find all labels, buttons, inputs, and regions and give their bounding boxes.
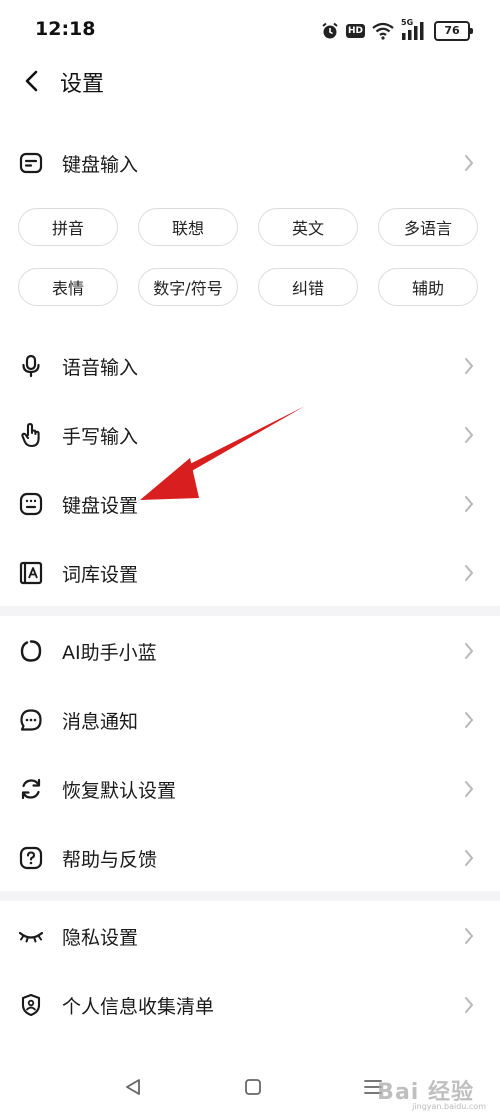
section-divider — [0, 606, 500, 616]
chevron-right-icon — [465, 565, 474, 581]
hand-pointer-icon — [18, 422, 44, 448]
privacy-settings-row[interactable]: 隐私设置 — [0, 903, 500, 969]
handwriting-input-label: 手写输入 — [62, 426, 139, 448]
chevron-right-icon — [465, 850, 474, 866]
chip-english[interactable]: 英文 — [258, 208, 358, 246]
wifi-icon — [372, 22, 394, 40]
keyboard-input-label: 键盘输入 — [62, 154, 139, 176]
settings-screen: 12:18 HD 5G 76 设置 键盘输入 拼音 联想 英文 多语言 表情 数… — [0, 0, 500, 1118]
page-title: 设置 — [60, 72, 105, 97]
nav-back-button[interactable] — [118, 1074, 148, 1100]
dictionary-settings-label: 词库设置 — [62, 564, 139, 586]
chevron-right-icon — [465, 427, 474, 443]
chip-emoji[interactable]: 表情 — [18, 268, 118, 306]
help-feedback-label: 帮助与反馈 — [62, 849, 158, 871]
keyboard-settings-label: 键盘设置 — [62, 495, 139, 517]
keyboard-input-icon — [18, 150, 44, 176]
status-bar: 12:18 HD 5G 76 — [0, 0, 500, 62]
back-button[interactable] — [14, 62, 50, 100]
alarm-icon — [321, 22, 339, 40]
battery-indicator: 76 — [434, 21, 473, 41]
section-divider — [0, 891, 500, 901]
dictionary-icon — [18, 560, 44, 586]
nav-home-button[interactable] — [238, 1074, 268, 1100]
restore-icon — [18, 776, 44, 802]
signal-icon: 5G — [401, 18, 427, 41]
keyboard-input-row[interactable]: 键盘输入 — [0, 130, 500, 196]
eye-closed-icon — [18, 923, 44, 949]
voice-input-row[interactable]: 语音输入 — [0, 333, 500, 399]
hd-icon: HD — [345, 24, 365, 38]
status-time: 12:18 — [35, 18, 96, 40]
ai-assistant-row[interactable]: AI助手小蓝 — [0, 618, 500, 684]
keyboard-icon — [18, 491, 44, 517]
square-home-icon — [245, 1079, 261, 1095]
chip-assist[interactable]: 辅助 — [378, 268, 478, 306]
help-icon — [18, 845, 44, 871]
privacy-settings-label: 隐私设置 — [62, 927, 139, 949]
chip-correction[interactable]: 纠错 — [258, 268, 358, 306]
header: 设置 — [0, 62, 500, 102]
chevron-right-icon — [465, 928, 474, 944]
chip-multilingual[interactable]: 多语言 — [378, 208, 478, 246]
chevron-right-icon — [465, 781, 474, 797]
chip-pinyin[interactable]: 拼音 — [18, 208, 118, 246]
dictionary-settings-row[interactable]: 词库设置 — [0, 540, 500, 606]
status-icons: HD 5G 76 — [321, 18, 473, 42]
chip-numbers-symbols[interactable]: 数字/符号 — [138, 268, 238, 306]
handwriting-input-row[interactable]: 手写输入 — [0, 402, 500, 468]
ai-assistant-label: AI助手小蓝 — [62, 642, 157, 664]
chevron-right-icon — [465, 358, 474, 374]
ai-assistant-icon — [18, 638, 44, 664]
back-arrow-icon — [25, 70, 38, 92]
message-notification-row[interactable]: 消息通知 — [0, 687, 500, 753]
personal-info-list-label: 个人信息收集清单 — [62, 996, 215, 1018]
chip-association[interactable]: 联想 — [138, 208, 238, 246]
message-notification-label: 消息通知 — [62, 711, 139, 733]
triangle-back-icon — [126, 1079, 140, 1095]
restore-defaults-label: 恢复默认设置 — [62, 780, 177, 802]
watermark-url: jingyan.baidu.com — [412, 1102, 486, 1111]
message-icon — [18, 707, 44, 733]
chevron-right-icon — [465, 496, 474, 512]
help-feedback-row[interactable]: 帮助与反馈 — [0, 825, 500, 891]
personal-info-list-row[interactable]: 个人信息收集清单 — [0, 972, 500, 1038]
voice-input-label: 语音输入 — [62, 357, 139, 379]
chevron-right-icon — [465, 643, 474, 659]
chevron-right-icon — [465, 997, 474, 1013]
shield-user-icon — [18, 992, 44, 1018]
keyboard-settings-row[interactable]: 键盘设置 — [0, 471, 500, 537]
chevron-right-icon — [465, 155, 474, 171]
microphone-icon — [18, 353, 44, 379]
restore-defaults-row[interactable]: 恢复默认设置 — [0, 756, 500, 822]
chevron-right-icon — [465, 712, 474, 728]
